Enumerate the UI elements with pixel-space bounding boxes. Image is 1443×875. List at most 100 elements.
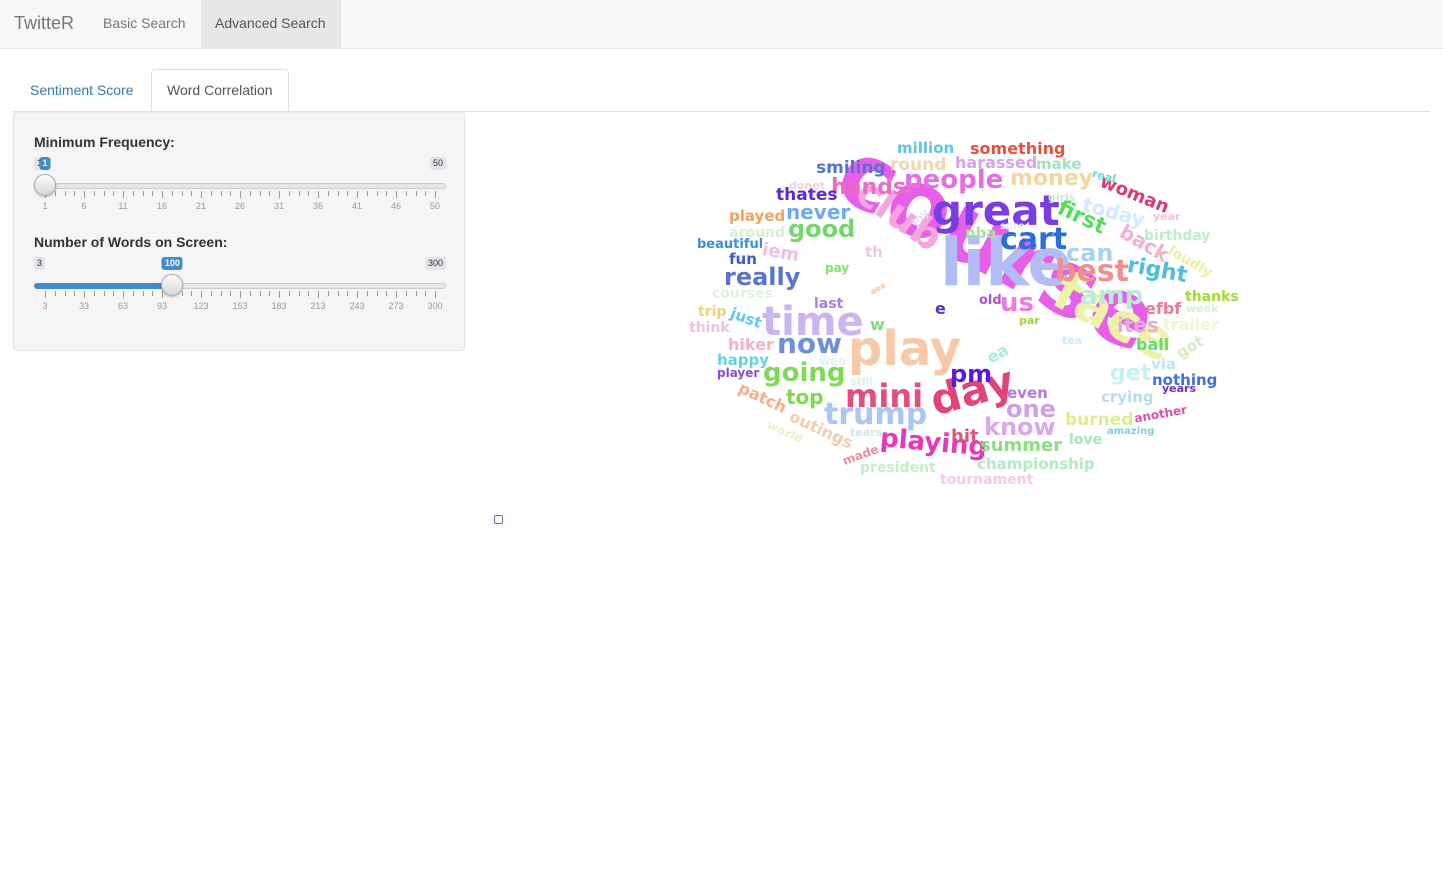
slider-tick — [347, 191, 349, 196]
slider-tick — [220, 291, 222, 296]
slider-tick-label: 6 — [81, 201, 87, 211]
word-cloud-word: amp — [1080, 281, 1144, 311]
slider-tick — [405, 291, 407, 296]
slider-tick-label: 16 — [156, 201, 168, 211]
slider-tick — [357, 291, 358, 298]
slider-tick — [93, 291, 95, 296]
word-cloud-word: tears — [850, 426, 883, 439]
word-cloud-word: smiling — [816, 158, 886, 178]
word-cloud-word: still — [850, 375, 874, 388]
tab-word-correlation[interactable]: Word Correlation — [151, 69, 289, 112]
word-cloud-word: tea — [1062, 334, 1083, 347]
slider-tick — [64, 291, 66, 296]
word-cloud-word: crying — [1101, 388, 1154, 406]
word-cloud-word: efbf — [1145, 299, 1182, 318]
word-cloud-word: president — [860, 460, 936, 476]
word-cloud-word: player — [717, 366, 760, 380]
slider-tick — [396, 191, 397, 198]
slider-track[interactable] — [34, 183, 446, 189]
word-cloud-word: fun — [729, 250, 757, 268]
slider-tick — [318, 191, 319, 198]
word-cloud-word: get — [1110, 361, 1152, 386]
word-cloud-word: old — [979, 293, 1002, 308]
slider-tick — [191, 291, 193, 296]
slider-tick — [181, 291, 183, 296]
slider-tick — [64, 191, 66, 196]
slider-tick-label: 93 — [156, 301, 168, 311]
word-cloud-word: love — [1069, 432, 1103, 448]
slider-max-label: 50 — [429, 157, 446, 170]
min-frequency-slider[interactable]: 1 50 1 16111621263136414650 — [34, 157, 446, 217]
word-cloud-word: summer — [980, 435, 1063, 456]
word-cloud-word: tournament — [940, 472, 1034, 488]
word-cloud-word: another — [1133, 402, 1189, 426]
word-cloud-word: week — [1186, 302, 1219, 315]
tab-sentiment-score[interactable]: Sentiment Score — [14, 69, 150, 111]
word-cloud-word: par — [1019, 314, 1040, 327]
word-cloud-word: ball — [1136, 335, 1170, 354]
word-cloud-word: got — [1173, 332, 1207, 362]
slider-tick — [347, 291, 349, 296]
word-cloud-word: championship — [977, 455, 1095, 473]
slider-tick-label: 1 — [42, 201, 48, 211]
slider-tick — [132, 191, 134, 196]
navbar-brand[interactable]: TwitteR — [14, 0, 74, 48]
slider-handle[interactable] — [34, 174, 56, 196]
word-cloud-word: never — [786, 200, 851, 224]
slider-tick — [435, 191, 436, 198]
word-cloud-word: last — [814, 296, 844, 312]
slider-tick-label: 63 — [117, 301, 129, 311]
num-words-slider[interactable]: 3 300 100 3 33 63 93 123 153 183 213 243 273 300 — [34, 257, 446, 317]
slider-tick — [113, 291, 115, 296]
slider-tick — [84, 291, 85, 298]
slider-tick — [142, 191, 144, 196]
slider-tick-label: 273 — [388, 301, 404, 311]
slider-tick — [259, 291, 261, 296]
word-cloud-word: nba — [965, 224, 997, 242]
word-cloud-word: iem — [760, 238, 801, 267]
nav-basic-search[interactable]: Basic Search — [89, 0, 199, 48]
slider-tick — [54, 291, 56, 296]
slider-tick — [103, 191, 105, 196]
slider-tick-label: 183 — [271, 301, 287, 311]
navbar: TwitteR Basic Search Advanced Search — [0, 0, 1443, 49]
slider-tick-label: 31 — [273, 201, 285, 211]
word-cloud-word: played — [729, 207, 786, 225]
slider-tick — [279, 191, 280, 198]
slider-tick — [269, 291, 271, 296]
slider-tick — [357, 191, 358, 198]
slider-tick-label: 26 — [234, 201, 246, 211]
slider-tick — [210, 191, 212, 196]
word-cloud-word: aea — [868, 280, 888, 297]
word-cloud-word: think — [689, 320, 730, 336]
slider-tick — [210, 291, 212, 296]
tab-bar: Sentiment Score Word Correlation — [13, 69, 1430, 112]
word-cloud-word: even — [1007, 384, 1048, 402]
word-cloud-word: w — [870, 315, 885, 334]
min-frequency-label: Minimum Frequency: — [34, 134, 175, 150]
slider-tick — [230, 291, 232, 296]
slider-tick — [308, 191, 310, 196]
slider-tick — [425, 291, 427, 296]
slider-tick — [366, 291, 368, 296]
word-cloud-word: can — [1066, 239, 1114, 267]
slider-tick — [376, 291, 378, 296]
word-cloud-word: birthday — [1144, 228, 1211, 244]
slider-tick — [435, 291, 436, 298]
slider-tick — [191, 191, 193, 196]
slider-tick — [171, 191, 173, 196]
word-cloud-word: us — [1000, 288, 1034, 318]
slider-tick — [386, 191, 388, 196]
slider-tick — [45, 291, 46, 298]
nav-advanced-search[interactable]: Advanced Search — [201, 0, 341, 48]
slider-fill — [34, 283, 173, 289]
slider-ticks — [34, 191, 446, 198]
slider-tick — [93, 191, 95, 196]
num-words-label: Number of Words on Screen: — [34, 234, 228, 250]
slider-tick — [298, 291, 300, 296]
word-cloud-word: hands — [831, 175, 907, 200]
slider-tick — [152, 291, 154, 296]
slider-tick — [386, 291, 388, 296]
slider-tick — [415, 191, 417, 196]
sidebar-panel: Minimum Frequency: 1 50 1 16111621263136… — [13, 111, 465, 351]
